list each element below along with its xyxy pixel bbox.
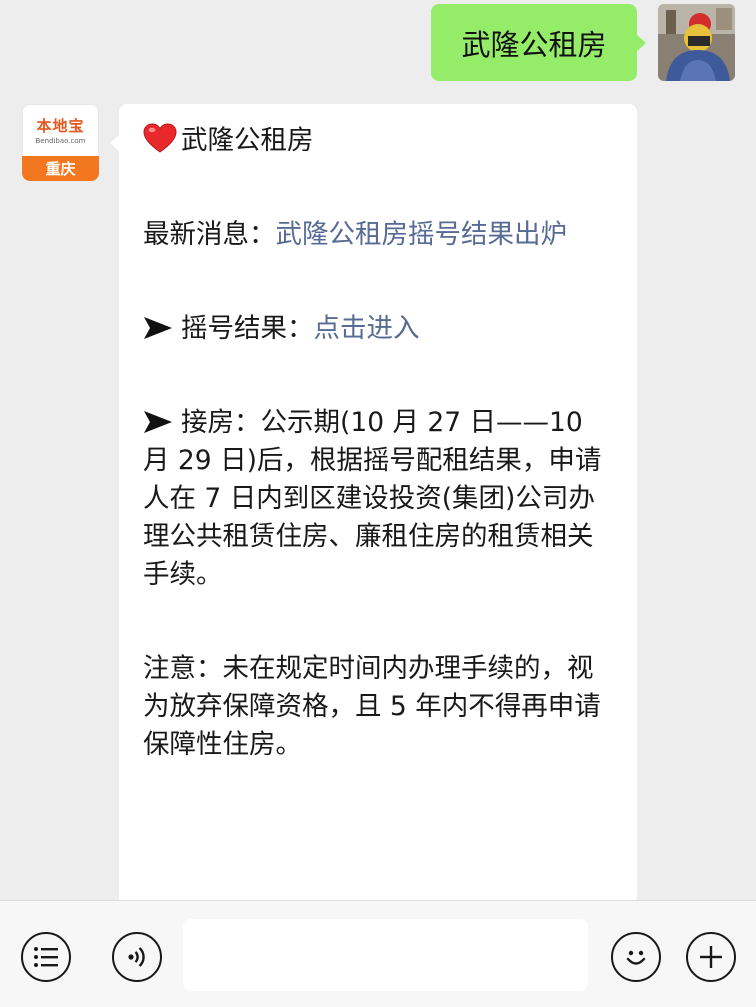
user-avatar-image (658, 4, 735, 81)
chat-input-bar (0, 900, 756, 1007)
official-account-avatar[interactable]: 本地宝 Bendibao.com 重庆 (22, 104, 99, 181)
result-line: 摇号结果：点击进入 (143, 310, 615, 348)
notice-paragraph: 注意：未在规定时间内办理手续的，视为放弃保障资格，且 5 年内不得再申请保障性住… (143, 653, 601, 760)
handover-text: 接房：公示期(10 月 27 日——10 月 29 日)后，根据摇号配租结果，申… (143, 407, 602, 590)
message-input[interactable] (183, 919, 588, 991)
emoji-icon (626, 950, 646, 965)
add-button[interactable] (686, 932, 736, 982)
logo-url: Bendibao.com (35, 137, 86, 145)
outgoing-message-text: 武隆公租房 (461, 27, 607, 62)
outgoing-message-bubble[interactable]: 武隆公租房 (431, 4, 646, 81)
logo-city: 重庆 (22, 156, 99, 181)
news-line: 最新消息：武隆公租房摇号结果出炉 (143, 216, 615, 254)
incoming-message-bubble[interactable]: 武隆公租房 最新消息：武隆公租房摇号结果出炉 摇号结果：点击进入 接房：公示期(… (110, 104, 637, 924)
menu-icon (34, 947, 58, 967)
logo: 本地宝 Bendibao.com (22, 104, 99, 156)
news-link[interactable]: 武隆公租房摇号结果出炉 (276, 219, 568, 250)
result-link[interactable]: 点击进入 (314, 313, 420, 344)
emoji-button[interactable] (611, 932, 661, 982)
result-label: 摇号结果： (181, 313, 314, 344)
news-label: 最新消息： (143, 219, 276, 250)
handover-paragraph: 接房：公示期(10 月 27 日——10 月 29 日)后，根据摇号配租结果，申… (143, 404, 615, 594)
menu-button[interactable] (21, 932, 71, 982)
logo-text: 本地宝 (36, 117, 85, 135)
add-icon (700, 946, 722, 968)
voice-button[interactable] (112, 932, 162, 982)
user-avatar[interactable] (658, 4, 735, 81)
arrowhead-icon (144, 317, 172, 339)
voice-icon (128, 947, 145, 967)
arrowhead-icon (144, 411, 172, 433)
message-title: 武隆公租房 (143, 122, 615, 160)
title-text: 武隆公租房 (181, 125, 314, 156)
heart-icon (143, 123, 177, 153)
